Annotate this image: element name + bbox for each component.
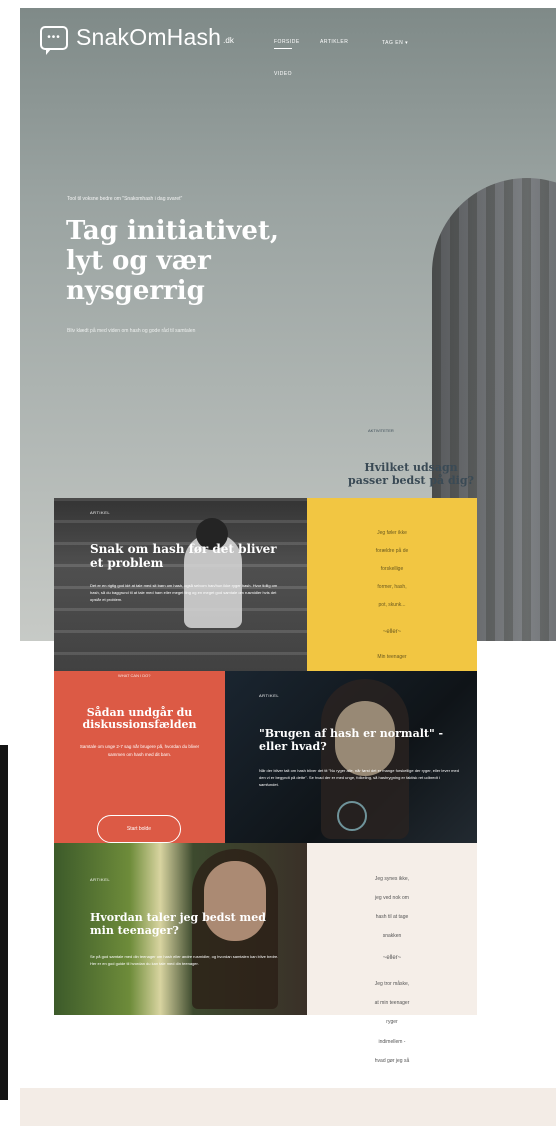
quiz-card-cream[interactable]: [307, 843, 477, 1015]
quiz-line: pot, skunk...: [378, 602, 406, 608]
tips-body: Samtale om unge 2-7 sag når brugere på, …: [79, 744, 200, 757]
quiz-heading: Hvilket udsagn passer bedst på dig?: [348, 461, 474, 487]
logo-text: SnakOmHash: [76, 24, 222, 50]
scroll-label[interactable]: AKTIVITETER: [368, 428, 394, 433]
nav-item-dropdown[interactable]: TAG EN ▾: [382, 40, 408, 46]
hero-title: Tag initiativet, lyt og vær nysgerrig: [66, 216, 279, 306]
article-card-dark[interactable]: ARTIKEL "Brugen af hash er normalt" - el…: [225, 671, 477, 843]
quiz-line: hvad gør jeg så: [374, 1058, 410, 1064]
nav-item-forside[interactable]: FORSIDE: [274, 39, 300, 49]
quiz-line: forældre på de: [375, 548, 409, 554]
quiz-line: Min teenager: [377, 654, 407, 660]
article-card-stairs[interactable]: ARTIKEL Snak om hash før det bliver et p…: [54, 498, 307, 671]
nav-item-artikler[interactable]: ARTIKLER: [320, 39, 348, 45]
article-tag: ARTIKEL: [90, 510, 111, 515]
footer-band: [20, 1088, 556, 1126]
tips-card-red: Sådan undgår du diskussionsfælden Samtal…: [54, 671, 225, 843]
quiz-card-yellow[interactable]: Jeg føler ikke forældre på de forskellig…: [307, 498, 477, 671]
article-tag: ARTIKEL: [90, 877, 111, 882]
hero-subtitle: Bliv klædt på med viden om hash og gode …: [67, 328, 196, 334]
chevron-down-icon: ▾: [405, 40, 409, 46]
quiz-line: Jeg tror måske,: [374, 981, 410, 987]
quiz-line: Jeg synes ikke,: [374, 876, 410, 882]
article-card-green[interactable]: ARTIKEL Hvordan taler jeg bedst med min …: [54, 843, 307, 1015]
article-title: Snak om hash før det bliver et problem: [90, 542, 277, 570]
tips-label: WHAT CAN I DO?: [118, 673, 151, 678]
nav-item-video[interactable]: VIDEO: [274, 71, 292, 77]
article-tag: ARTIKEL: [259, 693, 280, 698]
tips-title: Sådan undgår du diskussionsfælden: [82, 706, 197, 731]
logo-tld: .dk: [223, 36, 234, 45]
quiz-line: hash til at tage: [375, 914, 409, 920]
quiz-line: forskellige: [380, 566, 404, 572]
article-title: Hvordan taler jeg bedst med min teenager…: [90, 911, 266, 937]
quiz-card-cream-overflow: [307, 1015, 477, 1088]
quiz-line: former, hash,: [377, 584, 407, 590]
quiz-or: ~eller~: [382, 629, 402, 635]
page: ••• SnakOmHash .dk FORSIDE ARTIKLER TAG …: [0, 0, 556, 1126]
logo[interactable]: ••• SnakOmHash .dk: [40, 24, 234, 55]
article-excerpt: Det er en rigtig god idé at tale med sit…: [90, 583, 278, 602]
quiz-line: Jeg føler ikke: [377, 530, 407, 536]
quiz-line: indimellem -: [378, 1039, 406, 1045]
quiz-line: ryger: [386, 1019, 398, 1025]
article-title: "Brugen af hash er normalt" - eller hvad…: [259, 727, 444, 753]
quiz-line: jeg ved nok om: [375, 895, 409, 901]
chat-bubble-icon: •••: [40, 25, 68, 55]
light-ring-image: [337, 801, 367, 831]
hero-kicker: Tool til voksne bedre om "Snakomhash i d…: [67, 196, 183, 202]
nav-item-label: TAG EN: [382, 40, 404, 46]
quiz-or: ~eller~: [382, 955, 402, 961]
quiz-line: at min teenager: [374, 1000, 410, 1006]
article-excerpt: Når der bliver talt om hash bliver det t…: [259, 768, 459, 787]
left-dark-strip: [0, 745, 8, 1100]
start-button[interactable]: Start bolde: [97, 815, 181, 843]
article-excerpt: Se på god samtale med din teenager om ha…: [90, 954, 279, 966]
quiz-line: snakken: [382, 933, 402, 939]
